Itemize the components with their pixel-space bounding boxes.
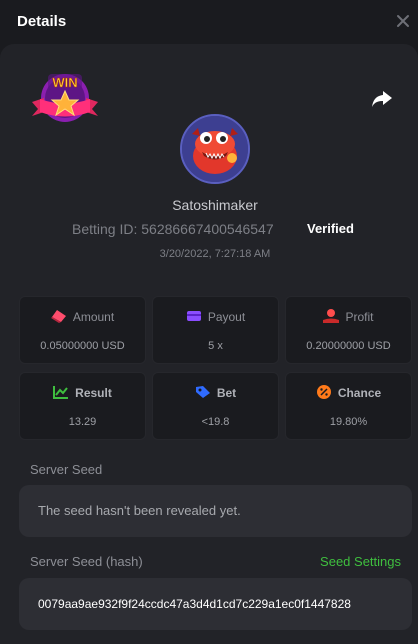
stat-label-amount: Amount: [72, 310, 115, 324]
stat-value-result: 13.29: [68, 416, 97, 428]
username: Satoshimaker: [172, 197, 258, 213]
stat-value-profit: 0.20000000 USD: [306, 340, 391, 352]
close-icon[interactable]: [394, 12, 412, 30]
wallet-icon: [186, 310, 201, 321]
stat-card-payout: Payout 5 x: [152, 296, 279, 364]
server-seed-value: The seed hasn't been revealed yet.: [38, 503, 241, 518]
modal-title: Details: [17, 13, 67, 30]
eraser-icon: [50, 309, 66, 323]
stat-value-bet: <19.8: [201, 416, 230, 428]
server-seed-box: The seed hasn't been revealed yet.: [19, 485, 412, 537]
stat-label-result: Result: [75, 386, 112, 400]
coin-hand-icon: [323, 308, 340, 323]
stat-label-chance: Chance: [337, 386, 382, 400]
win-badge-text: WIN: [52, 75, 77, 90]
stat-card-result: Result 13.29: [19, 372, 146, 440]
stat-label-payout: Payout: [207, 310, 246, 324]
details-modal: Details WIN Satoshimaker Betting ID: 562…: [0, 0, 418, 644]
stat-value-chance: 19.80%: [329, 416, 368, 428]
stat-label-profit: Profit: [345, 310, 374, 324]
tag-icon: [195, 385, 210, 398]
server-seed-hash-label: Server Seed (hash): [30, 554, 143, 569]
server-seed-hash-value[interactable]: 0079aa9ae932f9f24ccdc47a3d4d1cd7c229a1ec…: [38, 597, 393, 611]
stat-label-bet: Bet: [216, 386, 237, 400]
modal-header: Details: [0, 0, 418, 44]
stat-value-payout: 5 x: [208, 340, 223, 352]
verified-badge: Verified: [307, 221, 354, 236]
stat-value-amount: 0.05000000 USD: [40, 340, 125, 352]
win-badge-icon: WIN: [30, 72, 100, 130]
stat-card-chance: Chance 19.80%: [285, 372, 412, 440]
chart-icon: [53, 385, 69, 399]
server-seed-label: Server Seed: [30, 462, 103, 477]
stat-card-bet: Bet <19.8: [152, 372, 279, 440]
stat-card-amount: Amount 0.05000000 USD: [19, 296, 146, 364]
percent-icon: [316, 384, 331, 399]
seed-settings-link[interactable]: Seed Settings: [320, 554, 401, 569]
bet-datetime: 3/20/2022, 7:27:18 AM: [159, 248, 271, 260]
server-seed-hash-box[interactable]: 0079aa9ae932f9f24ccdc47a3d4d1cd7c229a1ec…: [19, 578, 412, 630]
share-icon[interactable]: [371, 89, 393, 109]
betting-id: Betting ID: 56286667400546547: [72, 221, 274, 237]
stat-card-profit: Profit 0.20000000 USD: [285, 296, 412, 364]
avatar: [180, 114, 250, 184]
